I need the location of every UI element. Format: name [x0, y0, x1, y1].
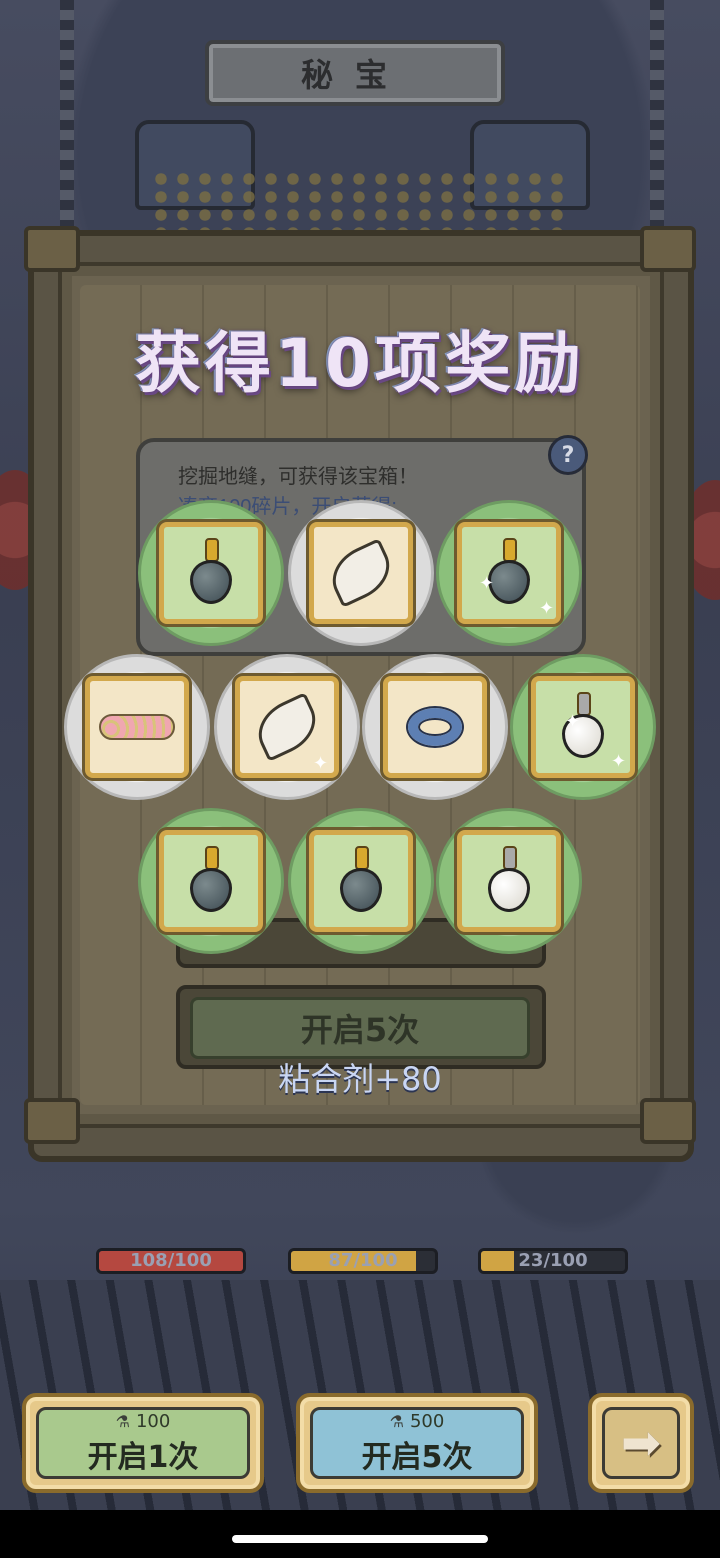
frame-corner: [640, 226, 696, 272]
glue-icon: ⚗: [115, 1411, 130, 1431]
reward-item: [436, 808, 582, 954]
open-five-button[interactable]: ⚗ 500 开启5次: [296, 1393, 538, 1493]
progress-bar: 23/100: [478, 1248, 628, 1274]
sparkle-icon: ✦: [611, 751, 627, 772]
home-indicator[interactable]: [232, 1535, 488, 1543]
help-icon[interactable]: ?: [548, 435, 588, 475]
progress-text: 23/100: [518, 1250, 588, 1271]
reward-item: ✦: [214, 654, 360, 800]
open-five-cost: 500: [409, 1410, 445, 1432]
glue-icon: ⚗: [389, 1411, 404, 1431]
hint-text: 挖掘地缝，可获得该宝箱！: [178, 466, 418, 488]
progress-text: 87/100: [328, 1250, 398, 1271]
reward-item: [64, 654, 210, 800]
fang-tooth-icon: [322, 538, 400, 608]
open-five-face[interactable]: ⚗ 500 开启5次: [310, 1407, 524, 1479]
black-pearl-pendant-icon: [186, 538, 236, 608]
black-pearl-pendant-icon: [336, 846, 386, 916]
reward-item: [362, 654, 508, 800]
reward-item: ✦ ✦: [436, 500, 582, 646]
progress-text: 108/100: [130, 1250, 212, 1271]
page-title: 秘宝: [205, 40, 505, 106]
frame-corner: [24, 226, 80, 272]
reward-item: [138, 808, 284, 954]
reward-item: ✦ ✦: [510, 654, 656, 800]
fang-tooth-icon: [248, 692, 326, 762]
open5-popup-button[interactable]: 开启5次: [190, 997, 530, 1059]
reward-item: [138, 500, 284, 646]
sparkle-icon: ✦: [539, 598, 555, 619]
sparkle-icon: ✦: [565, 711, 581, 732]
sparkle-icon: ✦: [313, 753, 329, 774]
open-once-label: 开启1次: [87, 1439, 199, 1475]
reward-title: 获得10项奖励: [135, 325, 585, 402]
reward-item: [288, 500, 434, 646]
frame-corner: [640, 1098, 696, 1144]
reward-item: [288, 808, 434, 954]
next-button-face[interactable]: ➡: [602, 1407, 680, 1479]
open-five-label: 开启5次: [361, 1439, 473, 1475]
sparkle-icon: ✦: [479, 573, 495, 594]
frame-corner: [24, 1098, 80, 1144]
black-pearl-pendant-icon: [186, 846, 236, 916]
next-button[interactable]: ➡: [588, 1393, 694, 1493]
flower-wreath-icon: [99, 714, 175, 740]
reward-summary-text: 粘合剂+80: [278, 1060, 442, 1098]
open-once-cost: 100: [135, 1410, 171, 1432]
blue-ring-icon: [408, 708, 462, 746]
gold-coins-pile: [150, 170, 570, 230]
arrow-right-icon: ➡: [620, 1415, 662, 1471]
white-pearl-pendant-icon: [484, 846, 534, 916]
open-once-button[interactable]: ⚗ 100 开启1次: [22, 1393, 264, 1493]
system-bar: [0, 1510, 720, 1558]
chain-decoration: [650, 0, 664, 250]
progress-bar: 108/100: [96, 1248, 246, 1274]
chain-decoration: [60, 0, 74, 250]
progress-bar: 87/100: [288, 1248, 438, 1274]
open-once-face[interactable]: ⚗ 100 开启1次: [36, 1407, 250, 1479]
